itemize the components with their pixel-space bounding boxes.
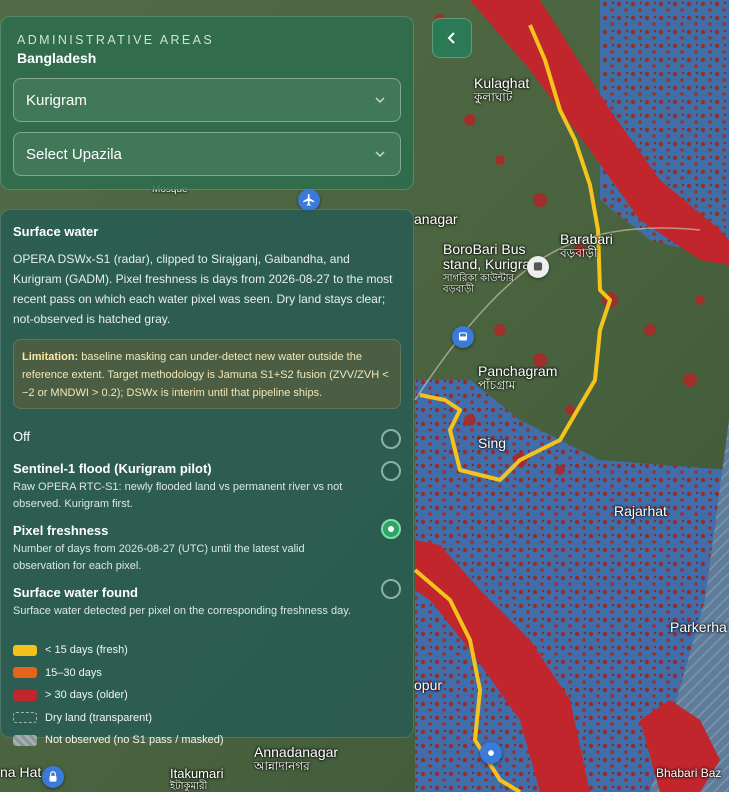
map-label-rajarhat: Rajarhat [614, 503, 667, 519]
upazila-select[interactable]: Select Upazila [13, 132, 401, 176]
map-label-bhabari: Bhabari Baz [656, 766, 722, 780]
option-subtitle: Number of days from 2026-08-27 (UTC) unt… [13, 543, 305, 572]
chevron-down-icon [375, 97, 385, 104]
map-label-sub: আন্নাদানগর [254, 759, 310, 774]
radio-off[interactable] [381, 429, 401, 449]
map-label-singer: Sing [478, 435, 507, 451]
legend-item: < 15 days (fresh) [13, 639, 401, 662]
legend-item: Not observed (no S1 pass / masked) [13, 729, 401, 752]
option-title: Sentinel-1 flood (Kurigram pilot) [13, 461, 212, 476]
radio-surface-water-found[interactable] [381, 579, 401, 599]
option-sentinel1-flood[interactable]: Sentinel-1 flood (Kurigram pilot) Raw OP… [13, 461, 401, 517]
legend-label: > 30 days (older) [45, 689, 128, 702]
legend-swatch-not-observed [13, 734, 37, 746]
option-title: Pixel freshness [13, 523, 109, 538]
legend-item: 15–30 days [13, 662, 401, 685]
map-label-kulaghat: Kulaghat কুলাঘাট [474, 75, 530, 105]
map-label-kurigram-pur: opur [414, 677, 443, 693]
option-pixel-freshness[interactable]: Pixel freshness Number of days from 2026… [13, 519, 401, 579]
legend-label: < 15 days (fresh) [45, 644, 128, 657]
collapse-panel-button[interactable] [432, 18, 472, 58]
district-select-value: Kurigram [26, 91, 87, 109]
map-label-sub: বড়বাড়ী [443, 283, 475, 295]
district-select[interactable]: Kurigram [13, 78, 401, 122]
map-label-text: Panchagram [478, 363, 558, 379]
legend-item: > 30 days (older) [13, 684, 401, 707]
map-label-sub: কুলাঘাট [474, 90, 513, 105]
option-off[interactable]: Off [13, 423, 401, 455]
limitation-note: Limitation: baseline masking can under-d… [13, 339, 401, 409]
option-subtitle: Raw OPERA RTC-S1: newly flooded land vs … [13, 481, 343, 510]
freshness-legend: < 15 days (fresh) 15–30 days > 30 days (… [13, 639, 401, 752]
radio-pixel-freshness[interactable] [381, 519, 401, 539]
option-title: Surface water found [13, 585, 138, 600]
layer-description: OPERA DSWx-S1 (radar), clipped to Sirajg… [13, 252, 393, 326]
bus-stop-icon[interactable] [452, 326, 474, 348]
limitation-label: Limitation: [22, 351, 79, 363]
legend-swatch-dry [13, 712, 37, 724]
map-label-itakumari: Itakumari ইটাকুমারী [170, 766, 224, 792]
map-label-text: BoroBari Bus [443, 241, 526, 257]
surface-water-panel: Surface water OPERA DSWx-S1 (radar), cli… [0, 209, 414, 746]
map-label-sub: পাঁচগ্রাম [478, 378, 516, 393]
lock-poi-icon[interactable] [42, 766, 64, 788]
option-title: Off [13, 429, 31, 444]
admin-country: Bangladesh [17, 50, 97, 66]
airport-icon[interactable] [298, 189, 320, 211]
chevron-down-icon [375, 151, 385, 158]
map-label-sub: বড়বাড়ী [560, 246, 598, 261]
map-label-sub: সাগরিকা কাউন্টার [443, 272, 515, 284]
map-label-nanagar: anagar [414, 211, 458, 227]
map-label-sub: ইটাকুমারী [170, 781, 208, 792]
legend-label: Not observed (no S1 pass / masked) [45, 734, 224, 747]
map-label-parkerha: Parkerha [670, 619, 727, 635]
legend-swatch-mid [13, 667, 37, 679]
legend-label: 15–30 days [45, 666, 102, 679]
map-label-text: Kulaghat [474, 75, 530, 91]
radio-sentinel1-flood[interactable] [381, 461, 401, 481]
map-label-text: Itakumari [170, 766, 224, 781]
legend-label: Dry land (transparent) [45, 711, 152, 724]
chevron-left-icon [447, 32, 455, 44]
place-poi-icon[interactable] [480, 742, 502, 764]
upazila-select-value: Select Upazila [26, 145, 122, 163]
map-label-panchagram: Panchagram পাঁচগ্রাম [478, 363, 558, 393]
option-subtitle: Surface water detected per pixel on the … [13, 605, 351, 617]
map-label-hahat: na Hat [0, 764, 42, 780]
layer-title: Surface water [13, 224, 99, 239]
option-surface-water-found[interactable]: Surface water found Surface water detect… [13, 579, 401, 625]
legend-swatch-fresh [13, 644, 37, 656]
map-label-text: Barabari [560, 231, 613, 247]
admin-heading: ADMINISTRATIVE AREAS [17, 33, 215, 47]
map-label-barabari: Barabari বড়বাড়ী [560, 231, 613, 261]
bus-station-icon[interactable] [527, 256, 549, 278]
legend-item: Dry land (transparent) [13, 707, 401, 730]
legend-swatch-old [13, 689, 37, 701]
administrative-areas-panel: ADMINISTRATIVE AREAS Bangladesh Kurigram… [0, 16, 414, 190]
